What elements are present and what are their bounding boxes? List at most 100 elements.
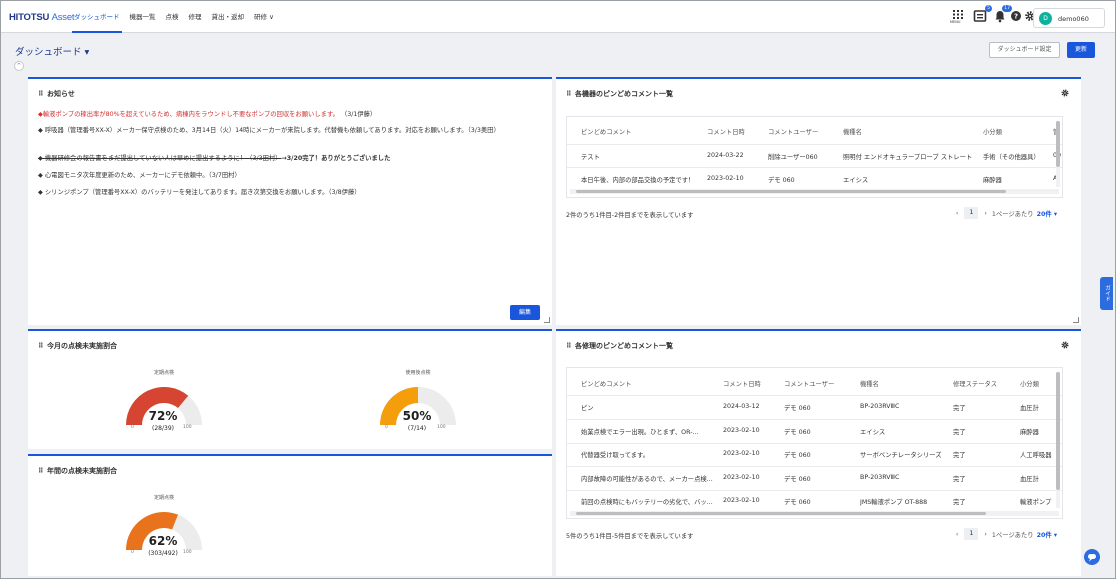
notice-item: ◆ 心電図モニタ次年度更新のため、メーカーにデモ依頼中。（3/7田村）	[38, 172, 241, 179]
monthly-inspection-panel: ⠿ 今月の点検未実施割合 定期点検 0 100 72% (28/39) 使用後点検…	[28, 329, 552, 449]
cell-model: エイシス	[843, 177, 869, 184]
vertical-scrollbar[interactable]	[1056, 372, 1060, 508]
yearly-title-text: 年間の点検未実施割合	[47, 467, 117, 475]
cell-status: 完了	[953, 405, 966, 412]
column-header[interactable]: 小分類	[1020, 379, 1039, 388]
gear-icon[interactable]	[1060, 88, 1070, 98]
cell-date: 2023-02-10	[707, 175, 744, 182]
notice-bold-text: →3/20完了！ありがとうございました	[281, 155, 391, 162]
logo[interactable]: HITOTSU Asset	[9, 12, 75, 23]
column-header[interactable]: コメント日時	[707, 127, 745, 136]
drag-handle-icon[interactable]: ⠿	[566, 342, 571, 350]
scroll-thumb[interactable]	[576, 512, 986, 515]
page-title[interactable]: ダッシュボード ▾	[15, 44, 89, 58]
gauge-fraction: (7/14)	[407, 425, 427, 432]
column-header[interactable]: 修理ステータス	[953, 379, 997, 388]
yearly-title: ⠿ 年間の点検未実施割合	[38, 466, 117, 476]
next-page-icon[interactable]: ›	[984, 531, 987, 538]
cell-model: 照明付 エンドオキュラープローブ ストレート	[843, 154, 973, 161]
cell-comment: 代替器受け取ってます。	[581, 452, 650, 459]
drag-handle-icon[interactable]: ⠿	[38, 90, 43, 98]
guide-tab[interactable]: ガイド	[1100, 277, 1113, 310]
row-divider	[567, 466, 1062, 467]
scroll-thumb[interactable]	[1056, 121, 1060, 167]
per-page-select[interactable]: 20件 ▾	[1037, 530, 1057, 539]
pagination: ‹ 1 › 1ページあたり 20件 ▾	[956, 207, 1057, 219]
column-header[interactable]: コメントユーザー	[768, 127, 818, 136]
row-divider	[567, 443, 1062, 444]
nav-inspection[interactable]: 点検	[166, 1, 179, 33]
help-icon[interactable]: ?	[1009, 9, 1023, 23]
column-header[interactable]: 小分類	[983, 127, 1002, 136]
cell-model: JMS輸液ポンプ OT-888	[860, 499, 928, 506]
scroll-thumb[interactable]	[1056, 372, 1060, 490]
cell-model: エイシス	[860, 429, 886, 436]
dashboard-settings-button[interactable]: ダッシュボード設定	[989, 42, 1060, 58]
repair-pins-table: ピンどめコメント コメント日時 コメントユーザー 機種名 修理ステータス 小分類…	[566, 367, 1063, 519]
column-header[interactable]: 機種名	[860, 379, 879, 388]
repair-pins-title: ⠿ 各修理のピンどめコメント一覧	[566, 341, 673, 351]
task-list-icon[interactable]: 5	[973, 5, 992, 23]
page-number[interactable]: 1	[964, 207, 979, 219]
drag-handle-icon[interactable]: ⠿	[38, 342, 43, 350]
nav-dashboard[interactable]: ダッシュボード	[72, 1, 121, 33]
page-number[interactable]: 1	[964, 528, 979, 540]
next-page-icon[interactable]: ›	[984, 210, 987, 217]
scroll-thumb[interactable]	[576, 190, 1006, 193]
svg-text:?: ?	[1014, 13, 1018, 21]
column-header[interactable]: コメント日時	[723, 379, 761, 388]
nav-devices[interactable]: 機器一覧	[130, 1, 156, 33]
vertical-scrollbar[interactable]	[1056, 121, 1060, 187]
row-divider	[567, 419, 1062, 420]
chat-button[interactable]	[1084, 549, 1100, 565]
horizontal-scrollbar[interactable]	[570, 189, 1059, 194]
drag-handle-icon[interactable]: ⠿	[38, 467, 43, 475]
notice-strike-text: ◆ 機器研修会の報告書をまだ提出していない人は早めに提出するように！（3/3田村…	[38, 155, 282, 162]
gauge-percent: 50%	[402, 409, 432, 423]
collapse-button[interactable]: ^	[14, 61, 24, 71]
table-footer: 5件のうち1件目-5件目までを表示しています	[566, 533, 694, 540]
resize-handle[interactable]	[544, 317, 550, 323]
bell-icon[interactable]: 17	[993, 5, 1012, 23]
resize-handle[interactable]	[1073, 317, 1079, 323]
prev-page-icon[interactable]: ‹	[956, 531, 959, 538]
menu-grid-icon[interactable]: MENU	[950, 9, 965, 24]
cell-user: デモ 060	[784, 499, 811, 506]
notices-title: ⠿ お知らせ	[38, 89, 75, 99]
column-header[interactable]: ピンどめコメント	[581, 127, 631, 136]
cell-category: 麻酔器	[983, 177, 1002, 184]
gauge-label: 定期点検	[153, 495, 174, 501]
column-header[interactable]: ピンどめコメント	[581, 379, 631, 388]
column-header[interactable]: コメントユーザー	[784, 379, 834, 388]
repair-pins-panel: ⠿ 各修理のピンどめコメント一覧 ピンどめコメント コメント日時 コメントユーザー…	[556, 329, 1081, 576]
pagination: ‹ 1 › 1ページあたり 20件 ▾	[956, 528, 1057, 540]
cell-comment: 内部故障の可能性があるので、メーカー点検...	[581, 476, 713, 483]
device-pins-title-text: 各機器のピンどめコメント一覧	[575, 90, 673, 98]
device-pins-table: ピンどめコメント コメント日時 コメントユーザー 機種名 小分類 管 テスト 2…	[566, 116, 1063, 198]
notice-item: ◆ 機器研修会の報告書をまだ提出していない人は早めに提出するように！（3/3田村…	[38, 154, 550, 164]
per-page-select[interactable]: 20件 ▾	[1037, 209, 1057, 218]
column-header[interactable]: 機種名	[843, 127, 862, 136]
cell-date: 2023-02-10	[723, 497, 760, 504]
cell-status: 完了	[953, 476, 966, 483]
top-bar: HITOTSU Asset ダッシュボード 機器一覧 点検 修理 貸出・返却 研…	[1, 1, 1115, 33]
horizontal-scrollbar[interactable]	[570, 511, 1059, 516]
nav-lending[interactable]: 貸出・返却	[212, 1, 245, 33]
refresh-button[interactable]: 更新	[1067, 42, 1095, 58]
nav-training[interactable]: 研修 ∨	[254, 1, 274, 33]
cell-model: BP-203RVⅢC	[860, 403, 900, 410]
prev-page-icon[interactable]: ‹	[956, 210, 959, 217]
gear-icon[interactable]	[1060, 340, 1070, 350]
user-menu[interactable]: D demo060	[1033, 8, 1105, 28]
edit-button[interactable]: 編集	[510, 305, 540, 320]
gauge-percent: 72%	[148, 409, 178, 423]
drag-handle-icon[interactable]: ⠿	[566, 90, 571, 98]
notices-panel: ⠿ お知らせ ◆輸液ポンプの稼出率が80%を超えているため、病棟内をラウンドし不要…	[28, 77, 552, 325]
avatar: D	[1039, 12, 1052, 25]
monthly-title-text: 今月の点検未実施割合	[47, 342, 117, 350]
notices-title-text: お知らせ	[47, 90, 75, 98]
gauge-label: 定期点検	[153, 370, 174, 376]
nav-repair[interactable]: 修理	[189, 1, 202, 33]
gauge-fraction: (303/492)	[148, 550, 178, 557]
cell-user: デモ 060	[784, 429, 811, 436]
